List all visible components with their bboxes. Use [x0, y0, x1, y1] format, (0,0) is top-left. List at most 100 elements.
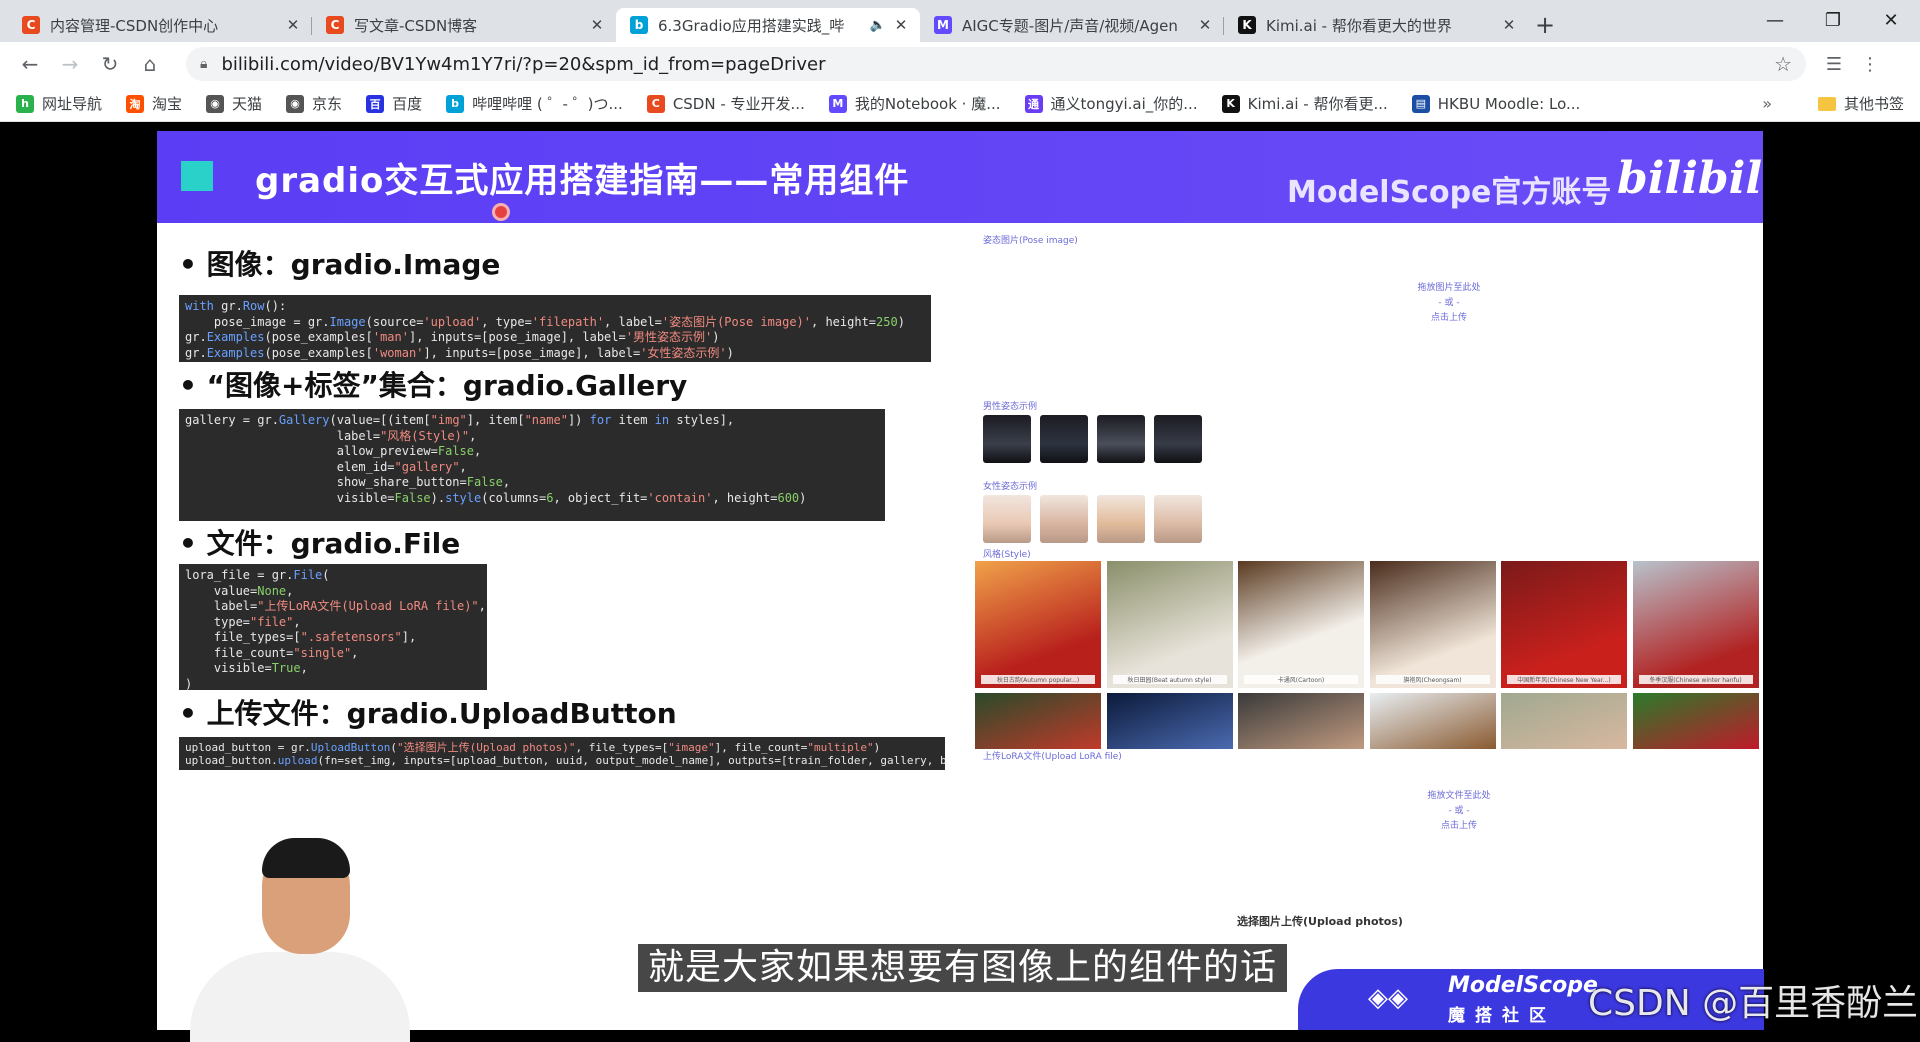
code-block-gallery: gallery = gr.Gallery(value=[(item["img"]… — [179, 409, 885, 521]
modelscope-logo-icon: ◈◈ — [1368, 983, 1408, 1013]
tab-bilibili-video[interactable]: b 6.3Gradio应用搭建实践_哔 🔈 ✕ — [616, 8, 920, 42]
gallery-caption: 卡通风(Cartoon) — [1244, 675, 1358, 684]
upload-photos-button: 选择图片上传(Upload photos) — [1237, 915, 1403, 928]
gallery-caption: 中国新年风(Chinese New Year...) — [1507, 675, 1621, 684]
bookmark-item[interactable]: b 哔哩哔哩 ( ゜- ゜)つ... — [446, 93, 623, 114]
drop-image-hint: 拖放图片至此处 - 或 - 点击上传 — [1417, 283, 1481, 323]
menu-icon[interactable]: ⋮ — [1852, 46, 1888, 82]
style-gallery-image: 卡通风(Cartoon) — [1238, 561, 1364, 688]
folder-icon — [1817, 96, 1836, 111]
bookmark-item[interactable]: h 网址导航 — [16, 93, 102, 114]
tab-title: 6.3Gradio应用搭建实践_哔 — [658, 16, 845, 35]
bookmark-item[interactable]: 通通义tongyi.ai_你的... — [1024, 93, 1198, 114]
tab-aigc[interactable]: M AIGC专题-图片/声音/视频/Agen ✕ — [920, 8, 1224, 42]
url-text[interactable]: bilibili.com/video/BV1Yw4m1Y7ri/?p=20&sp… — [221, 54, 1774, 75]
bookmark-item[interactable]: ▤ HKBU Moodle: Lo... — [1411, 94, 1581, 113]
bookmark-item[interactable]: ◉ 京东 — [286, 93, 342, 114]
male-pose-thumbnail — [1097, 415, 1145, 463]
other-bookmarks-label: 其他书签 — [1843, 95, 1904, 113]
moodle-icon: ▤ — [1411, 94, 1430, 113]
bilibili-icon: b — [446, 94, 465, 113]
bookmark-item[interactable]: 百百度 — [366, 93, 422, 114]
baidu-icon: 百 — [366, 94, 385, 113]
tab-csdn-write[interactable]: C 写文章-CSDN博客 ✕ — [312, 8, 616, 42]
female-pose-thumbnail — [1097, 495, 1145, 543]
reading-list-icon[interactable]: ☰ — [1816, 46, 1852, 82]
style-gallery-image: 中国新年风(Chinese New Year...) — [1501, 561, 1627, 688]
style-gallery-image: 冬季汉服(Chinese winter hanfu) — [1632, 561, 1759, 688]
video-player[interactable]: gradio交互式应用搭建指南——常用组件 ModelScope官方账号 bil… — [0, 122, 1920, 1042]
window-close-icon[interactable]: ✕ — [1862, 0, 1920, 40]
bookmark-star-icon[interactable]: ☆ — [1774, 52, 1792, 76]
tab-csdn-content[interactable]: C 内容管理-CSDN创作中心 ✕ — [8, 8, 312, 42]
bookmark-label: 哔哩哔哩 ( ゜- ゜)つ... — [472, 95, 623, 113]
tab-kimi[interactable]: K Kimi.ai - 帮你看更大的世界 ✕ — [1224, 8, 1528, 42]
tab-title: 内容管理-CSDN创作中心 — [50, 16, 219, 35]
close-icon[interactable]: ✕ — [892, 16, 910, 34]
new-tab-icon[interactable]: + — [1528, 8, 1562, 42]
bookmark-item[interactable]: ◉ 天猫 — [206, 93, 262, 114]
close-icon[interactable]: ✕ — [588, 16, 606, 34]
bookmark-item[interactable]: 淘淘宝 — [126, 93, 182, 114]
style-gallery-image — [975, 693, 1101, 749]
address-bar[interactable]: 🔒︎ bilibili.com/video/BV1Yw4m1Y7ri/?p=20… — [186, 47, 1806, 81]
tab-title: 写文章-CSDN博客 — [354, 16, 478, 35]
bookmarks-bar: h 网址导航 淘淘宝 ◉ 天猫 ◉ 京东 百百度 b 哔哩哔哩 ( ゜- ゜)つ... C CSDN … — [0, 86, 1920, 122]
presenter-webcam — [190, 838, 410, 1042]
browser-toolbar: ← → ↻ ⌂ 🔒︎ bilibili.com/video/BV1Yw4m1Y7… — [0, 42, 1920, 86]
hao123-icon: h — [16, 94, 34, 113]
minimize-icon[interactable]: — — [1746, 0, 1804, 40]
more-bookmarks-icon[interactable]: » — [1762, 94, 1772, 113]
gallery-caption: 秋日田园(Beat autumn style) — [1112, 675, 1227, 684]
slide-title: gradio交互式应用搭建指南——常用组件 — [255, 161, 910, 201]
csdn-icon: C — [646, 94, 665, 113]
csdn-watermark: CSDN @百里香酚兰 — [1588, 983, 1919, 1024]
bookmark-label: 网址导航 — [42, 95, 103, 113]
speaker-icon[interactable]: 🔈 — [870, 18, 886, 33]
style-gallery-image — [1369, 693, 1496, 749]
style-gallery-image — [1632, 693, 1759, 749]
close-icon[interactable]: ✕ — [1196, 16, 1214, 34]
male-pose-thumbnail — [1154, 415, 1202, 463]
male-examples-label: 男性姿态示例 — [983, 402, 1038, 412]
bookmark-label: 百度 — [392, 95, 423, 113]
tongyi-icon: 通 — [1024, 94, 1043, 113]
style-gallery-image: 秋日古韵(Autumn popular...) — [975, 561, 1101, 688]
modelscope-icon: M — [828, 94, 847, 113]
close-icon[interactable]: ✕ — [284, 16, 302, 34]
reload-icon[interactable]: ↻ — [92, 46, 128, 82]
bilibili-icon: b — [630, 16, 648, 34]
gallery-caption: 冬季汉服(Chinese winter hanfu) — [1638, 675, 1753, 684]
bookmark-item[interactable]: K Kimi.ai - 帮你看更... — [1221, 93, 1388, 114]
window-controls: — ❐ ✕ — [1746, 0, 1920, 40]
bookmark-item[interactable]: C CSDN - 专业开发... — [646, 93, 805, 114]
close-icon[interactable]: ✕ — [1500, 16, 1518, 34]
globe-icon: ◉ — [206, 94, 225, 113]
restore-icon[interactable]: ❐ — [1804, 0, 1862, 40]
style-gallery-image — [1238, 693, 1364, 749]
bookmark-label: 我的Notebook · 魔... — [854, 95, 1001, 113]
bookmark-item[interactable]: M 我的Notebook · 魔... — [828, 93, 1001, 114]
back-icon[interactable]: ← — [12, 46, 48, 82]
code-block-upload: upload_button = gr.UploadButton("选择图片上传(… — [179, 737, 945, 770]
section-heading: • “图像+标签”集合：gradio.Gallery — [179, 369, 688, 402]
kimi-icon: K — [1221, 94, 1240, 113]
modelscope-name: ModelScope — [1448, 973, 1598, 998]
forward-icon[interactable]: → — [52, 46, 88, 82]
bookmark-label: 京东 — [312, 95, 343, 113]
section-heading: • 文件：gradio.File — [179, 527, 461, 560]
modelscope-cn: 魔搭社区 — [1448, 1006, 1556, 1026]
style-gallery-image: 旗袍风(Cheongsam) — [1369, 561, 1496, 688]
section-heading: • 图像：gradio.Image — [179, 248, 501, 281]
pose-image-label: 姿态图片(Pose image) — [983, 236, 1078, 246]
male-pose-thumbnail — [1040, 415, 1088, 463]
other-bookmarks[interactable]: 其他书签 — [1817, 93, 1904, 114]
lock-icon[interactable]: 🔒︎ — [200, 56, 207, 72]
tab-strip: C 内容管理-CSDN创作中心 ✕ C 写文章-CSDN博客 ✕ b 6.3Gr… — [0, 0, 1920, 42]
bookmark-label: HKBU Moodle: Lo... — [1437, 94, 1581, 113]
home-icon[interactable]: ⌂ — [132, 46, 168, 82]
lora-file-label: 上传LoRA文件(Upload LoRA file) — [983, 752, 1122, 762]
gallery-caption: 秋日古韵(Autumn popular...) — [981, 675, 1095, 684]
kimi-icon: K — [1238, 16, 1256, 34]
bookmark-label: 通义tongyi.ai_你的... — [1050, 95, 1198, 113]
